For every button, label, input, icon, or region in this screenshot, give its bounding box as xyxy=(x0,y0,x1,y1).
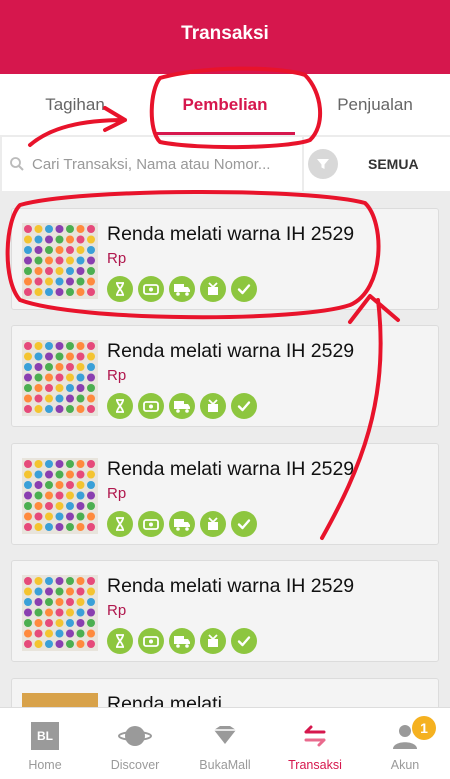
truck-icon xyxy=(169,628,195,654)
product-price: Rp xyxy=(107,602,127,619)
tab-pembelian[interactable]: Pembelian xyxy=(150,74,300,135)
check-icon xyxy=(231,628,257,654)
transaction-card[interactable]: Renda melati warna IH 2529 Rp xyxy=(11,560,439,662)
check-icon xyxy=(231,511,257,537)
bottom-navigation: BL Home Discover BukaMall Transaksi Akun… xyxy=(0,707,450,779)
search-box[interactable] xyxy=(2,137,302,191)
product-price: Rp xyxy=(107,367,127,384)
hourglass-icon xyxy=(107,393,133,419)
nav-label: Discover xyxy=(110,758,160,772)
truck-icon xyxy=(169,393,195,419)
nav-label: Home xyxy=(28,758,62,772)
nav-discover[interactable]: Discover xyxy=(90,708,180,779)
package-icon xyxy=(200,511,226,537)
nav-transaksi[interactable]: Transaksi xyxy=(270,708,360,779)
cash-icon xyxy=(138,511,164,537)
transaction-card[interactable]: Renda melati xyxy=(11,678,439,707)
nav-bukamall[interactable]: BukaMall xyxy=(180,708,270,779)
hourglass-icon xyxy=(107,276,133,302)
hourglass-icon xyxy=(107,628,133,654)
package-icon xyxy=(200,393,226,419)
product-price: Rp xyxy=(107,485,127,502)
nav-home[interactable]: BL Home xyxy=(0,708,90,779)
product-thumbnail xyxy=(22,693,98,707)
product-thumbnail xyxy=(22,458,98,534)
bl-logo-icon: BL xyxy=(31,722,59,750)
status-steps xyxy=(107,276,257,302)
product-price: Rp xyxy=(107,250,127,267)
transaction-card[interactable]: Renda melati warna IH 2529 Rp xyxy=(11,208,439,310)
search-input[interactable] xyxy=(32,155,290,173)
filter-control[interactable]: SEMUA xyxy=(304,137,450,191)
product-name: Renda melati warna IH 2529 xyxy=(107,458,355,480)
funnel-icon[interactable] xyxy=(308,149,338,179)
status-steps xyxy=(107,628,257,654)
nav-label: Akun xyxy=(390,758,420,772)
nav-akun[interactable]: Akun 1 xyxy=(360,708,450,779)
transaction-card[interactable]: Renda melati warna IH 2529 Rp xyxy=(11,443,439,545)
search-icon xyxy=(2,156,32,172)
cash-icon xyxy=(138,276,164,302)
product-name: Renda melati warna IH 2529 xyxy=(107,223,355,245)
tab-tagihan[interactable]: Tagihan xyxy=(0,74,150,135)
check-icon xyxy=(231,276,257,302)
hourglass-icon xyxy=(107,511,133,537)
truck-icon xyxy=(169,276,195,302)
product-thumbnail xyxy=(22,340,98,416)
product-name: Renda melati xyxy=(107,693,222,707)
search-bar: SEMUA xyxy=(0,135,450,193)
package-icon xyxy=(200,276,226,302)
tab-penjualan[interactable]: Penjualan xyxy=(300,74,450,135)
status-steps xyxy=(107,393,257,419)
cash-icon xyxy=(138,393,164,419)
app-header: Transaksi xyxy=(0,0,450,74)
product-thumbnail xyxy=(22,575,98,651)
notification-badge: 1 xyxy=(412,716,436,740)
check-icon xyxy=(231,393,257,419)
product-name: Renda melati warna IH 2529 xyxy=(107,340,355,362)
transaction-card[interactable]: Renda melati warna IH 2529 Rp xyxy=(11,325,439,427)
cash-icon xyxy=(138,628,164,654)
transaction-list: Renda melati warna IH 2529 Rp Renda mela… xyxy=(0,193,450,707)
product-thumbnail xyxy=(22,223,98,299)
nav-label: BukaMall xyxy=(199,758,251,772)
status-steps xyxy=(107,511,257,537)
transfer-arrows-icon xyxy=(300,720,330,752)
page-title: Transaksi xyxy=(181,23,269,44)
package-icon xyxy=(200,628,226,654)
nav-label: Transaksi xyxy=(288,758,342,772)
truck-icon xyxy=(169,511,195,537)
filter-label[interactable]: SEMUA xyxy=(368,156,419,172)
transaction-tabs: Tagihan Pembelian Penjualan xyxy=(0,74,450,135)
planet-icon xyxy=(118,720,152,752)
product-name: Renda melati warna IH 2529 xyxy=(107,575,355,597)
diamond-icon xyxy=(210,720,240,752)
